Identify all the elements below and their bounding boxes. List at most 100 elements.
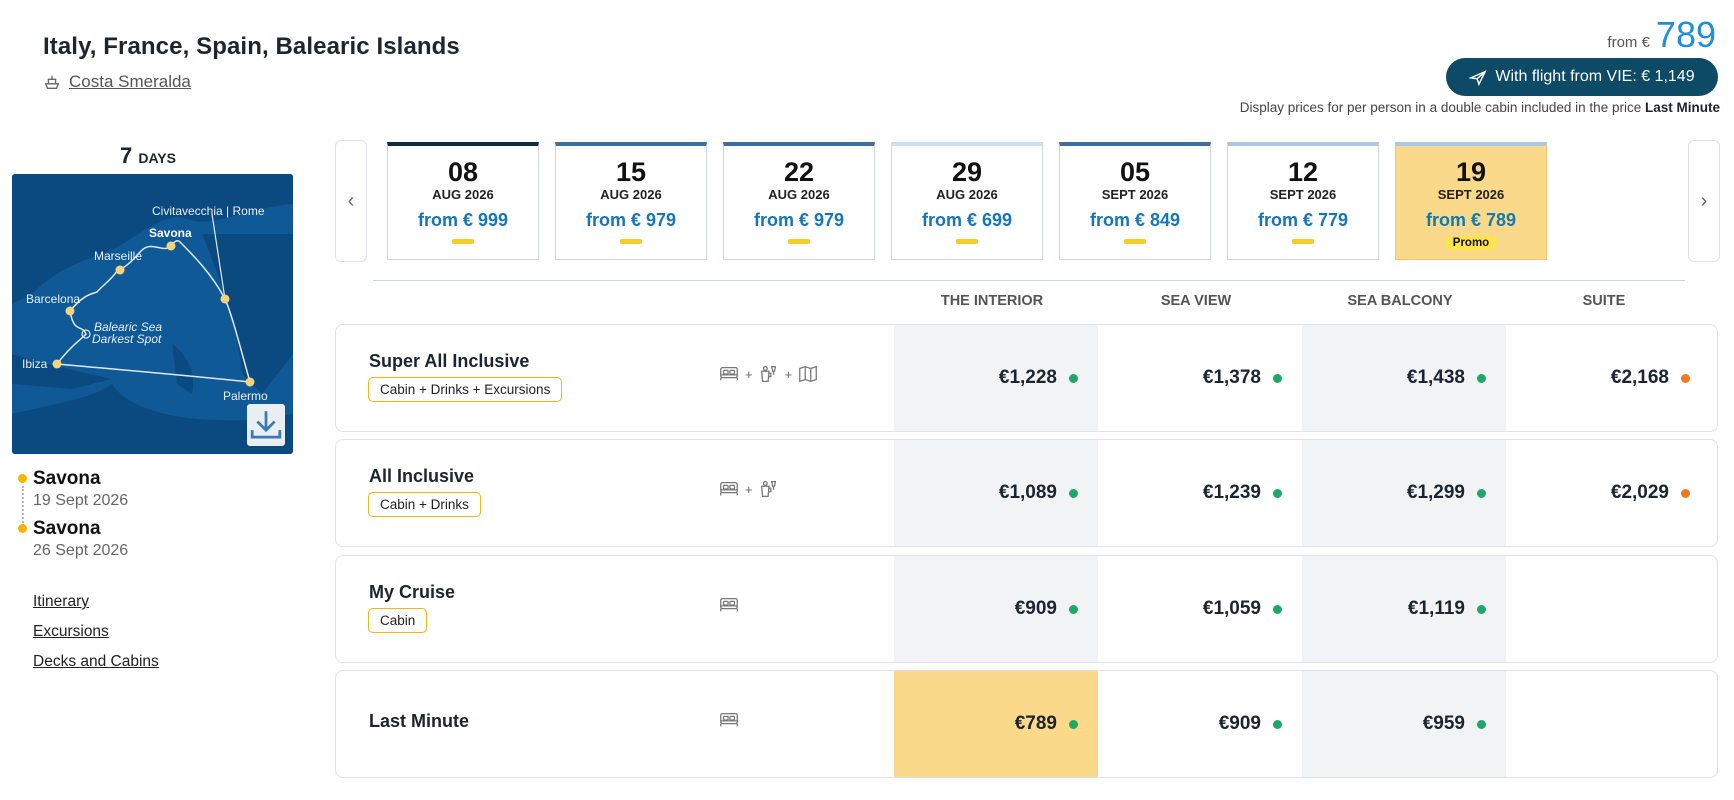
price-cell[interactable]: €2,029 [1506, 440, 1710, 546]
package-row: All Inclusive Cabin + Drinks + €1,089 €1,239… [335, 439, 1718, 547]
price-cell[interactable]: €1,239 [1098, 440, 1302, 546]
departure-port: Savona [33, 468, 101, 489]
price-value: €1,089 [998, 482, 1057, 503]
date-month: SEPT 2026 [1101, 187, 1169, 202]
map-label-civitavecchia: Civitavecchia | Rome [152, 204, 265, 218]
price-value: €1,438 [1406, 367, 1465, 388]
date-card[interactable]: 29 AUG 2026 from € 699 [891, 142, 1043, 260]
price-value: €1,119 [1407, 598, 1465, 619]
availability-dot [1273, 719, 1282, 729]
itinerary-link[interactable]: Itinerary [33, 593, 159, 611]
date-day: 15 [615, 157, 647, 187]
date-card[interactable]: 08 AUG 2026 from € 999 [387, 142, 539, 260]
departure-dot [18, 474, 27, 483]
date-card[interactable]: 15 AUG 2026 from € 979 [555, 142, 707, 260]
price-cell[interactable]: €1,228 [894, 325, 1098, 431]
price-cell[interactable]: €1,438 [1302, 325, 1506, 431]
availability-dot [1273, 488, 1282, 498]
package-icons [718, 709, 740, 731]
flight-option-button[interactable]: With flight from VIE: € 1,149 [1446, 58, 1718, 96]
map-label-ibiza: Ibiza [22, 357, 48, 371]
cruise-links: Itinerary Excursions Decks and Cabins [33, 593, 159, 671]
availability-dot [1477, 604, 1486, 614]
availability-dot [1069, 373, 1078, 383]
itinerary-map[interactable]: Civitavecchia | Rome Savona Marseille Ba… [12, 174, 293, 454]
date-month: SEPT 2026 [1269, 187, 1337, 202]
availability-dot [1681, 488, 1690, 498]
package-row: My Cruise Cabin €909 €1,059 €1,119 [335, 555, 1718, 663]
price-value: €1,228 [998, 367, 1057, 388]
price-value: €1,378 [1202, 367, 1261, 388]
date-price: from € 979 [753, 210, 845, 230]
package-tag: Cabin + Drinks + Excursions [368, 377, 563, 402]
price-value: €909 [1218, 713, 1261, 734]
date-day: 05 [1119, 157, 1151, 187]
date-month: AUG 2026 [936, 187, 998, 202]
price-value: €1,059 [1202, 598, 1261, 619]
price-cell[interactable]: €909 [1098, 671, 1302, 777]
availability-bar [1292, 239, 1314, 244]
date-card[interactable]: 12 SEPT 2026 from € 779 [1227, 142, 1379, 260]
days-label: DAYS [138, 150, 176, 166]
date-card[interactable]: 22 AUG 2026 from € 979 [723, 142, 875, 260]
flight-button-label: With flight from VIE: € 1,149 [1495, 68, 1695, 85]
date-day: 08 [447, 157, 479, 187]
departure-date: 19 Sept 2026 [33, 492, 129, 509]
map-label-savona: Savona [149, 226, 192, 240]
col-suite: SUITE [1582, 293, 1626, 309]
price-cell[interactable]: €2,168 [1506, 325, 1710, 431]
dates-next-button[interactable]: › [1688, 140, 1720, 262]
page-title: Italy, France, Spain, Balearic Islands [43, 33, 460, 60]
arrival-stop: Savona 26 Sept 2026 [18, 518, 128, 560]
price-cell[interactable]: €1,299 [1302, 440, 1506, 546]
decks-cabins-link[interactable]: Decks and Cabins [33, 653, 159, 671]
price-cell[interactable]: €1,059 [1098, 556, 1302, 662]
package-tag: Cabin + Drinks [368, 492, 481, 517]
dates-baseline [373, 280, 1685, 281]
chevron-right-icon: › [1700, 189, 1708, 212]
date-month: AUG 2026 [432, 187, 494, 202]
price-cell[interactable]: €959 [1302, 671, 1506, 777]
availability-bar [788, 239, 810, 244]
price-cell[interactable]: €789 [894, 671, 1098, 777]
dates-prev-button[interactable]: ‹ [335, 140, 367, 262]
price-value: €909 [1014, 598, 1057, 619]
map-label-barcelona: Barcelona [26, 292, 80, 306]
from-price-value: 789 [1655, 14, 1716, 55]
col-sea-view: SEA VIEW [1160, 293, 1232, 309]
package-row: Last Minute €789 €909 €959 [335, 670, 1718, 778]
map-label-balearic-2: Darkest Spot [92, 332, 162, 346]
availability-dot [1069, 488, 1078, 498]
excursions-map-icon [799, 365, 818, 383]
ship-link[interactable]: Costa Smeralda [43, 72, 191, 92]
date-card[interactable]: 19 SEPT 2026 from € 789 Promo [1395, 142, 1547, 260]
package-row: Super All Inclusive Cabin + Drinks + Excu… [335, 324, 1718, 432]
note-bold: Last Minute [1644, 100, 1720, 115]
price-cell[interactable]: €1,089 [894, 440, 1098, 546]
date-month: SEPT 2026 [1437, 187, 1505, 202]
price-cell[interactable]: €1,119 [1302, 556, 1506, 662]
availability-dot [1477, 488, 1486, 498]
note-text: Display prices for per person in a doubl… [1239, 100, 1642, 115]
date-price: from € 999 [417, 210, 509, 230]
date-card[interactable]: 05 SEPT 2026 from € 849 [1059, 142, 1211, 260]
price-value: €959 [1422, 713, 1465, 734]
price-cell[interactable]: €1,378 [1098, 325, 1302, 431]
excursions-link[interactable]: Excursions [33, 623, 159, 641]
package-tag: Cabin [368, 608, 428, 633]
bed-icon [720, 366, 738, 381]
price-cell[interactable]: €909 [894, 556, 1098, 662]
price-value: €1,239 [1202, 482, 1261, 503]
duration: 7 DAYS [120, 143, 176, 169]
date-month: AUG 2026 [600, 187, 662, 202]
availability-bar [956, 239, 978, 244]
col-sea-balcony: SEA BALCONY [1347, 293, 1453, 309]
plus-icon: + [745, 481, 753, 497]
bed-icon [720, 597, 738, 612]
ship-icon [44, 75, 60, 89]
date-price: from € 849 [1089, 210, 1181, 230]
package-name: Super All Inclusive [369, 351, 530, 371]
availability-dot [1477, 719, 1486, 729]
map-download-button[interactable] [247, 404, 285, 446]
availability-bar [452, 239, 474, 244]
